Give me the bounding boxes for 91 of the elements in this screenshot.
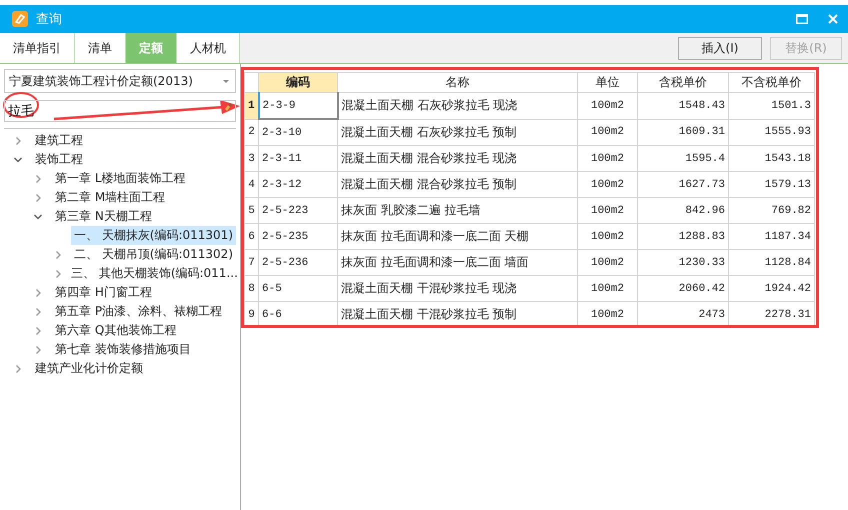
tree-item[interactable]: 建筑产业化计价定额 <box>32 359 146 378</box>
table-cell: 1187.34 <box>728 224 814 250</box>
table-cell: 混凝土面天棚 混合砂浆拉毛 预制 <box>338 172 578 198</box>
chevron-right-icon[interactable] <box>34 346 42 354</box>
table-cell: 混凝土面天棚 混合砂浆拉毛 现浇 <box>338 146 578 172</box>
table-cell: 100m2 <box>578 119 638 146</box>
tab[interactable]: 清单指引 <box>0 33 75 63</box>
chevron-right-icon[interactable] <box>34 326 42 334</box>
app-logo-icon <box>12 11 28 27</box>
table-cell: 100m2 <box>578 250 638 276</box>
caret-icon <box>223 80 229 82</box>
tree-item[interactable]: 三、 其他天棚装饰(编码:011... <box>68 264 241 283</box>
tree-item[interactable]: 第三章 N天棚工程 <box>52 207 155 226</box>
column-header[interactable]: 含税单价 <box>638 72 728 92</box>
insert-button[interactable]: 插入(I) <box>678 37 762 60</box>
row-number: 1 <box>244 92 258 119</box>
column-header[interactable]: 编码 <box>258 72 338 92</box>
chevron-right-icon[interactable] <box>54 270 62 278</box>
table-cell: 1627.73 <box>638 172 728 198</box>
row-number: 7 <box>244 250 258 276</box>
row-number: 8 <box>244 276 258 302</box>
table-cell: 抹灰面 拉毛面调和漆一底二面 天棚 <box>338 224 578 250</box>
tree-item[interactable]: 第六章 Q其他装饰工程 <box>52 321 180 340</box>
table-cell: 1924.42 <box>728 276 814 302</box>
row-number: 6 <box>244 224 258 250</box>
table-cell: 100m2 <box>578 224 638 250</box>
chevron-right-icon[interactable] <box>54 250 62 258</box>
table-cell: 2-5-223 <box>258 198 338 224</box>
tab[interactable]: 人材机 <box>177 33 240 63</box>
library-dropdown[interactable]: 宁夏建筑装饰工程计价定额(2013) <box>4 69 236 93</box>
table-cell: 混凝土面天棚 石灰砂浆拉毛 现浇 <box>338 92 578 119</box>
table-cell: 1609.31 <box>638 119 728 146</box>
table-cell: 1543.18 <box>728 146 814 172</box>
table-cell: 2-3-10 <box>258 119 338 146</box>
table-cell: 2-5-236 <box>258 250 338 276</box>
window-title: 查询 <box>36 11 62 28</box>
chevron-right-icon[interactable] <box>14 364 22 372</box>
tree-item[interactable]: 第四章 H门窗工程 <box>52 283 155 302</box>
tab[interactable]: 清单 <box>75 33 126 63</box>
tree-item[interactable]: 第五章 P油漆、涂料、裱糊工程 <box>52 302 226 321</box>
table-cell: 抹灰面 乳胶漆二遍 拉毛墙 <box>338 198 578 224</box>
chevron-right-icon[interactable] <box>34 288 42 296</box>
tree-item[interactable]: 第二章 M墙柱面工程 <box>52 188 168 207</box>
tree-item[interactable]: 二、 天棚吊顶(编码:011302) <box>70 245 236 264</box>
chevron-right-icon[interactable] <box>34 308 42 316</box>
tree-item[interactable]: 一、 天棚抹灰(编码:011301) <box>70 226 236 245</box>
chevron-right-icon[interactable] <box>34 174 42 182</box>
row-number: 5 <box>244 198 258 224</box>
column-header[interactable]: 名称 <box>338 72 578 92</box>
table-cell: 100m2 <box>578 198 638 224</box>
chevron-down-icon[interactable] <box>34 212 42 220</box>
table-cell: 抹灰面 拉毛面调和漆一底二面 墙面 <box>338 250 578 276</box>
row-number: 4 <box>244 172 258 198</box>
table-cell: 2-3-11 <box>258 146 338 172</box>
row-number: 9 <box>244 302 258 328</box>
column-header[interactable]: 单位 <box>578 72 638 92</box>
table-cell: 1128.84 <box>728 250 814 276</box>
table-cell: 6-5 <box>258 276 338 302</box>
table-cell: 842.96 <box>638 198 728 224</box>
row-number: 2 <box>244 119 258 146</box>
table-cell: 100m2 <box>578 146 638 172</box>
table-cell: 100m2 <box>578 92 638 119</box>
table-cell: 100m2 <box>578 276 638 302</box>
table-cell: 2060.42 <box>638 276 728 302</box>
table-cell: 1579.13 <box>728 172 814 198</box>
table-cell: 1555.93 <box>728 119 814 146</box>
row-number: 3 <box>244 146 258 172</box>
column-header[interactable]: 不含税单价 <box>728 72 814 92</box>
table-cell: 1548.43 <box>638 92 728 119</box>
table-cell: 769.82 <box>728 198 814 224</box>
table-cell: 2-5-235 <box>258 224 338 250</box>
table-cell: 2-3-9 <box>258 92 338 119</box>
maximize-icon[interactable] <box>796 14 808 24</box>
table-cell: 1501.3 <box>728 92 814 119</box>
table-cell: 1288.83 <box>638 224 728 250</box>
table-cell: 1595.4 <box>638 146 728 172</box>
chevron-right-icon[interactable] <box>34 194 42 202</box>
tree-item[interactable]: 装饰工程 <box>32 150 86 169</box>
table-cell: 混凝土面天棚 干混砂浆拉毛 现浇 <box>338 276 578 302</box>
tree-item[interactable]: 第七章 装饰装修措施项目 <box>52 340 194 359</box>
tree-item[interactable]: 第一章 L楼地面装饰工程 <box>52 169 188 188</box>
search-field[interactable]: 拉毛 <box>4 100 236 122</box>
table-cell: 100m2 <box>578 172 638 198</box>
close-icon[interactable] <box>828 14 838 24</box>
chevron-down-icon[interactable] <box>14 156 22 164</box>
clear-brush-icon[interactable] <box>225 103 233 111</box>
tree-item[interactable]: 建筑工程 <box>32 131 86 150</box>
table-cell: 2-3-12 <box>258 172 338 198</box>
table-cell: 1230.33 <box>638 250 728 276</box>
chevron-right-icon[interactable] <box>14 136 22 144</box>
table-cell: 混凝土面天棚 石灰砂浆拉毛 预制 <box>338 119 578 146</box>
